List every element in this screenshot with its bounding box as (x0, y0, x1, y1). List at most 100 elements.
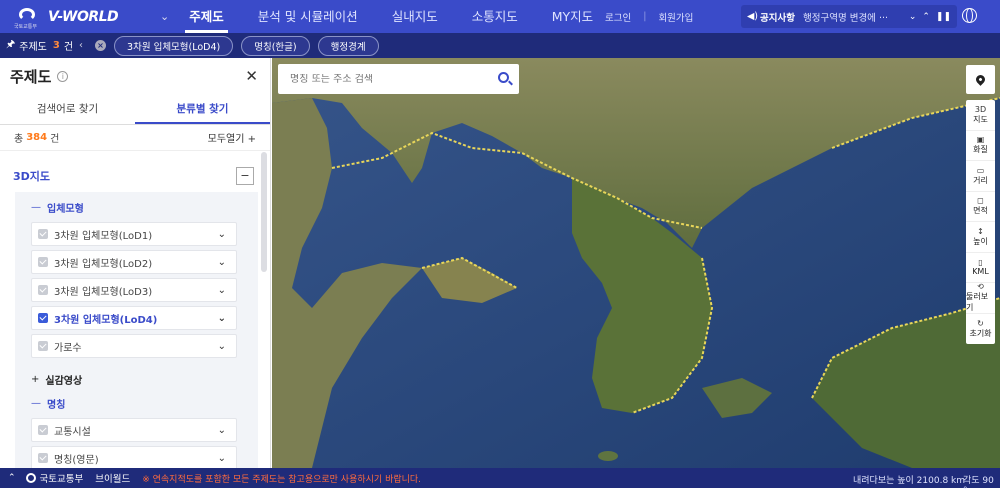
layer-chip[interactable]: 행정경계 (317, 35, 379, 56)
chevron-down-icon[interactable]: ⌄ (909, 12, 917, 22)
total-count: 384 (26, 132, 48, 143)
layer-item[interactable]: 교통시설 ⌄ (31, 418, 237, 442)
logo-subtitle: 국토교통부 (14, 23, 38, 30)
layer-item[interactable]: 가로수 ⌄ (31, 334, 237, 358)
speaker-icon: ◀) (747, 11, 759, 22)
menu-my-map[interactable]: MY지도 (548, 0, 597, 33)
selected-count: 3 (52, 40, 60, 51)
tool-look-around[interactable]: ⟲ 둘러보기 (966, 282, 995, 314)
close-icon[interactable]: ✕ (245, 67, 258, 85)
notice-label: 공지사항 (760, 12, 795, 24)
menu-communication-map[interactable]: 소통지도 (468, 0, 522, 33)
chevron-up-icon[interactable]: ⌃ (922, 12, 930, 22)
search-icon[interactable] (498, 72, 509, 83)
chevron-down-icon[interactable]: ⌄ (218, 341, 226, 352)
tool-label: 거리 (973, 175, 988, 185)
tool-label: 높이 (973, 236, 988, 246)
map-view[interactable]: 3D지도 ▣화질 ▭거리 ◻면적 ↕높이 ▯KML ⟲둘러보기 ↻초기화 (272, 58, 1000, 468)
height-icon: ↕ (977, 226, 984, 236)
checkbox-icon[interactable] (38, 257, 48, 267)
divider: | (643, 11, 647, 22)
login-link[interactable]: 로그인 (605, 10, 631, 24)
checkbox-checked-icon[interactable] (38, 313, 48, 323)
layer-label: 교통시설 (54, 426, 91, 438)
layer-item[interactable]: 명칭(영문) ⌄ (31, 446, 237, 468)
checkbox-icon[interactable] (38, 229, 48, 239)
clear-all-icon[interactable]: × (95, 40, 107, 51)
layer-item[interactable]: 3차원 입체모형(LoD3) ⌄ (31, 278, 237, 302)
chevron-up-icon[interactable]: ⌃ (8, 473, 16, 483)
category-3d-map[interactable]: 3D지도 − (0, 160, 260, 192)
chevron-down-icon[interactable]: ⌄ (218, 257, 226, 268)
checkbox-icon[interactable] (38, 453, 48, 463)
tool-distance[interactable]: ▭ 거리 (966, 161, 995, 192)
info-icon[interactable]: i (57, 70, 69, 82)
file-icon: ▯ (978, 258, 983, 268)
chevron-down-icon[interactable]: ⌄ (218, 453, 226, 464)
chevron-down-icon[interactable]: ⌄ (218, 285, 226, 296)
result-summary: 총 384 건 모두열기 + (0, 125, 270, 151)
ministry-name: 국토교통부 (39, 474, 84, 485)
scrollbar[interactable] (261, 152, 267, 272)
checkbox-icon[interactable] (38, 341, 48, 351)
menu-indoor-map[interactable]: 실내지도 (388, 0, 442, 33)
chevron-down-icon[interactable]: ⌄ (218, 229, 226, 240)
tool-3d-map[interactable]: 3D 지도 (966, 100, 995, 131)
collapse-icon: — (31, 397, 41, 409)
group-3d-model[interactable]: — 입체모형 (15, 196, 258, 218)
layer-item[interactable]: 3차원 입체모형(LoD1) ⌄ (31, 222, 237, 246)
layer-item[interactable]: 3차원 입체모형(LoD2) ⌄ (31, 250, 237, 274)
status-footer: ⌃ 국토교통부 브이월드 ※ 연속지적도를 포함한 모든 주제도는 참고용으로만… (0, 468, 1000, 496)
group-label: 실감영상 (45, 375, 83, 387)
layer-label: 3차원 입체모형(LoD4) (54, 314, 158, 326)
collapse-icon: — (31, 201, 41, 213)
vworld-footer-link[interactable]: 브이월드 (95, 471, 130, 485)
chevron-down-icon[interactable]: ⌄ (218, 313, 226, 324)
chevron-left-icon[interactable]: ‹ (79, 40, 83, 51)
pin-icon[interactable]: 🖈 (6, 37, 15, 54)
tool-label: 둘러보기 (966, 292, 989, 313)
signup-link[interactable]: 회원가입 (658, 10, 693, 24)
tab-by-category[interactable]: 분류별 찾기 (135, 94, 270, 124)
layer-item-selected[interactable]: 3차원 입체모형(LoD4) ⌄ (31, 306, 237, 330)
group-place-names[interactable]: — 명칭 (15, 392, 258, 414)
globe-icon[interactable] (962, 8, 977, 23)
government-emblem-icon (25, 473, 36, 483)
total-unit: 건 (50, 134, 60, 145)
layer-label: 3차원 입체모형(LoD2) (54, 258, 153, 270)
checkbox-icon[interactable] (38, 285, 48, 295)
notice-text[interactable]: 행정구역명 변경에 ··· (803, 10, 903, 24)
main-menu: 주제도 분석 및 시뮬레이션 실내지도 소통지도 MY지도 (185, 0, 623, 33)
group-realistic-image[interactable]: + 실감영상 (15, 368, 258, 390)
quality-icon: ▣ (976, 135, 985, 145)
layer-chip[interactable]: 3차원 입체모형(LoD4) (114, 35, 234, 56)
tab-search-keyword[interactable]: 검색어로 찾기 (0, 94, 135, 124)
chevron-down-icon[interactable]: ⌄ (160, 10, 169, 23)
layer-label: 3차원 입체모형(LoD3) (54, 286, 153, 298)
selected-title: 주제도 (19, 42, 47, 53)
notice-bar[interactable]: ◀) 공지사항 행정구역명 변경에 ··· ⌄ ⌃ ❚❚ (741, 5, 957, 28)
collapse-icon[interactable]: − (236, 167, 254, 185)
my-location-button[interactable] (966, 65, 995, 94)
total-prefix: 총 (14, 134, 24, 145)
tool-kml[interactable]: ▯ KML (966, 253, 995, 283)
checkbox-icon[interactable] (38, 425, 48, 435)
usage-warning: ※ 연속지적도를 포함한 모든 주제도는 참고용으로만 사용하시기 바랍니다. (142, 474, 422, 485)
tool-area[interactable]: ◻ 면적 (966, 192, 995, 222)
map-search-box (278, 64, 519, 94)
panel-title: 주제도 (10, 67, 52, 86)
ministry-logo[interactable]: 국토교통부 (25, 471, 84, 485)
group-label: 명칭 (47, 399, 66, 411)
pause-icon[interactable]: ❚❚ (936, 12, 951, 22)
chevron-down-icon[interactable]: ⌄ (218, 425, 226, 436)
tool-quality[interactable]: ▣ 화질 (966, 131, 995, 161)
vworld-logo[interactable]: 국토교통부 V-WORLD (14, 6, 146, 30)
menu-analysis-simulation[interactable]: 분석 및 시뮬레이션 (254, 0, 362, 33)
tool-reset[interactable]: ↻ 초기화 (966, 314, 995, 345)
layer-chip[interactable]: 명칭(한글) (241, 35, 310, 56)
menu-theme-map[interactable]: 주제도 (185, 0, 228, 33)
location-pin-icon (974, 73, 987, 86)
search-input[interactable] (290, 73, 480, 85)
expand-all-button[interactable]: 모두열기 + (208, 130, 256, 145)
tool-height[interactable]: ↕ 높이 (966, 222, 995, 253)
